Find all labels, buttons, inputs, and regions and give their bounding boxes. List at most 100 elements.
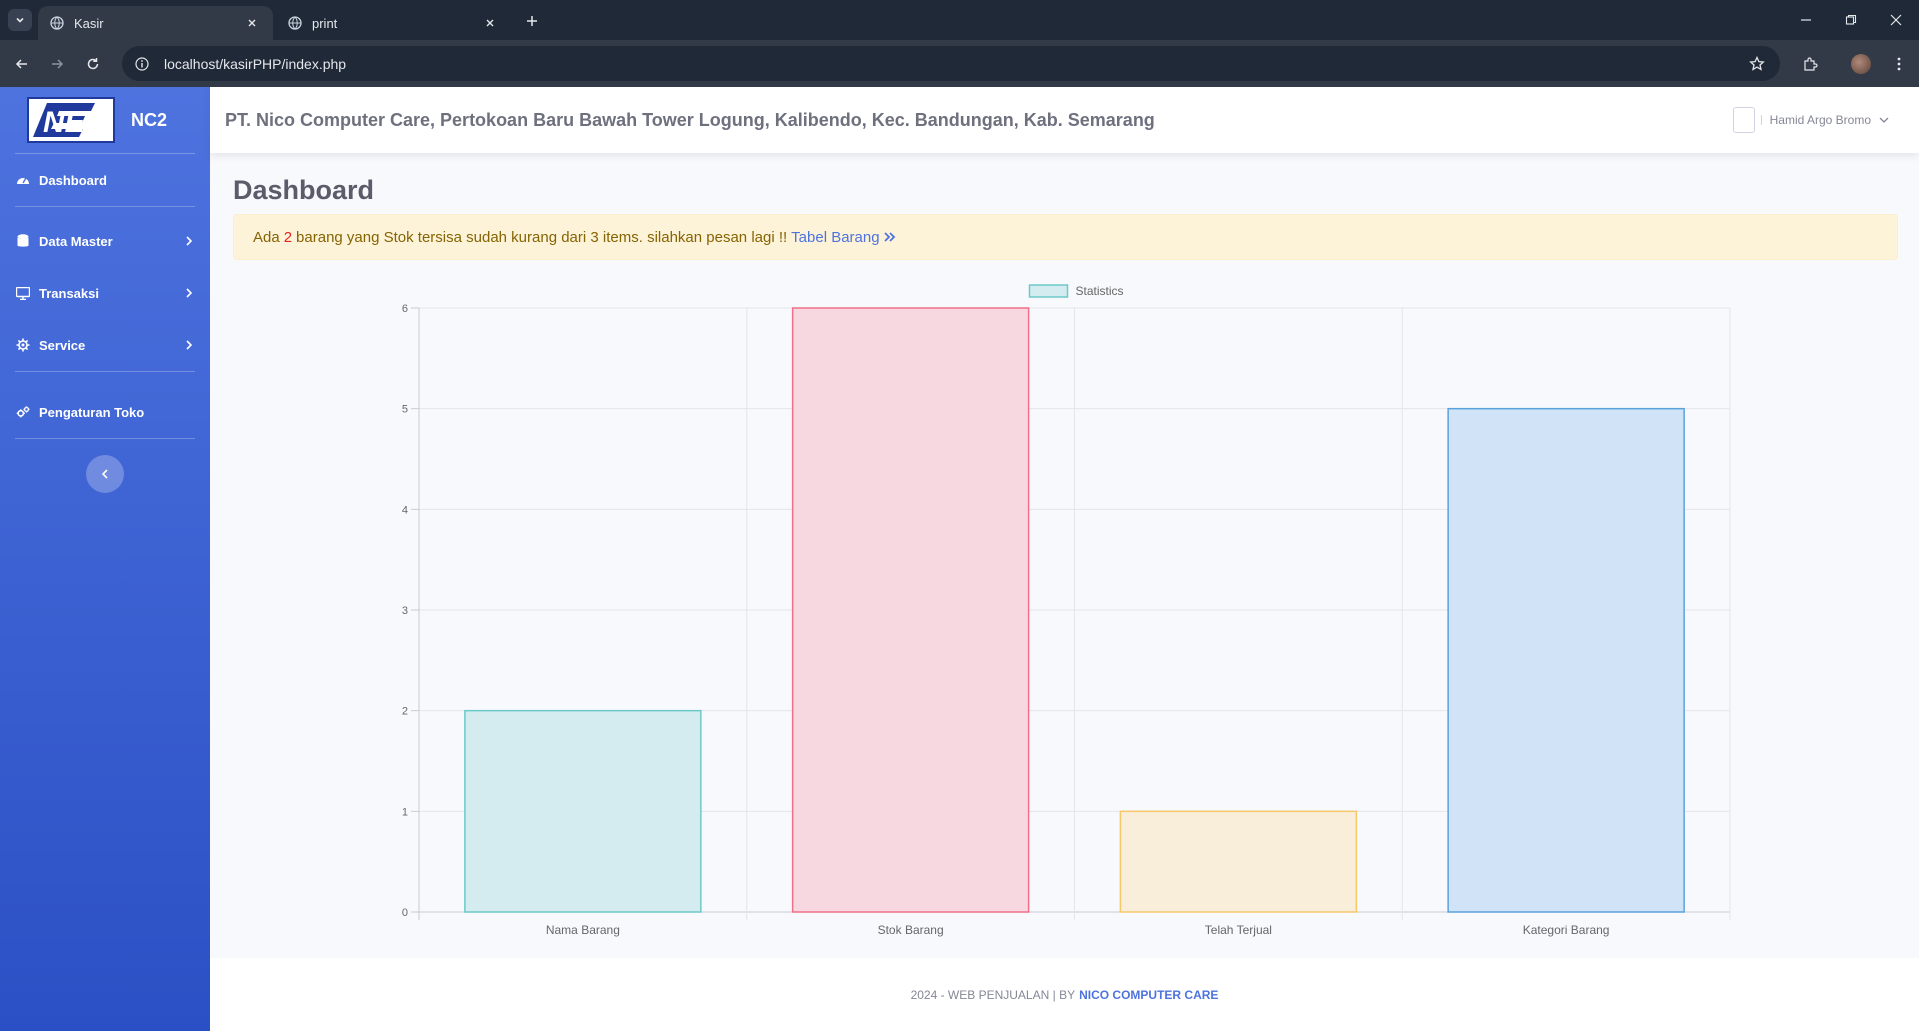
close-icon bbox=[1890, 14, 1902, 26]
y-tick-label: 5 bbox=[402, 404, 408, 416]
tab-kasir[interactable]: Kasir bbox=[38, 6, 273, 40]
minimize-button[interactable] bbox=[1783, 0, 1829, 40]
y-tick-label: 0 bbox=[402, 907, 408, 919]
sidebar-toggle-button[interactable] bbox=[86, 455, 124, 493]
database-icon bbox=[16, 234, 30, 248]
tab-title: Kasir bbox=[74, 15, 104, 31]
svg-text:NE: NE bbox=[43, 106, 86, 139]
user-dropdown[interactable]: Hamid Argo Bromo bbox=[1732, 107, 1889, 133]
tab-search-button[interactable] bbox=[8, 9, 32, 31]
sidebar-item-label: Pengaturan Toko bbox=[39, 404, 145, 420]
sidebar-item-data-master[interactable]: Data Master bbox=[0, 215, 210, 267]
puzzle-icon bbox=[1804, 57, 1818, 71]
sidebar-item-label: Dashboard bbox=[39, 172, 107, 188]
gears-icon bbox=[16, 405, 30, 419]
chevron-right-icon bbox=[184, 340, 194, 350]
sidebar-divider bbox=[15, 438, 195, 439]
gauge-icon bbox=[16, 173, 30, 187]
arrow-left-icon bbox=[15, 59, 27, 69]
user-name: Hamid Argo Bromo bbox=[1769, 113, 1871, 127]
sidebar-divider bbox=[15, 371, 195, 372]
sidebar-item-transaksi[interactable]: Transaksi bbox=[0, 267, 210, 319]
sidebar-item-label: Data Master bbox=[39, 233, 113, 249]
x-tick-label: Telah Terjual bbox=[1205, 923, 1272, 937]
sidebar: NE NC2 Dashboard Data Master Transaksi S… bbox=[0, 87, 210, 1031]
profile-button[interactable] bbox=[1848, 51, 1874, 77]
tab-title: print bbox=[312, 15, 338, 31]
chevron-right-icon bbox=[184, 236, 194, 246]
sidebar-item-service[interactable]: Service bbox=[0, 319, 210, 371]
desktop-icon bbox=[16, 286, 30, 300]
bar-stok-barang bbox=[791, 307, 1030, 913]
company-title: PT. Nico Computer Care, Pertokoan Baru B… bbox=[225, 109, 1155, 130]
sidebar-item-label: Transaksi bbox=[39, 285, 99, 301]
reload-button[interactable] bbox=[80, 51, 106, 77]
new-tab-button[interactable] bbox=[520, 9, 544, 33]
gear-icon bbox=[16, 338, 30, 352]
brand-name: NC2 bbox=[131, 109, 168, 130]
forward-button[interactable] bbox=[44, 51, 70, 77]
chevron-down-icon bbox=[1879, 115, 1889, 125]
alert-prefix: Ada bbox=[253, 228, 280, 246]
globe-icon bbox=[50, 16, 64, 30]
sidebar-item-dashboard[interactable]: Dashboard bbox=[0, 154, 210, 206]
site-info-icon[interactable] bbox=[132, 54, 152, 74]
y-tick-label: 3 bbox=[402, 605, 408, 617]
x-tick-label: Kategori Barang bbox=[1523, 923, 1610, 937]
legend-swatch bbox=[1028, 284, 1069, 298]
bar-nama-barang bbox=[464, 709, 702, 913]
y-tick-label: 4 bbox=[402, 504, 408, 516]
y-tick-label: 1 bbox=[402, 806, 408, 818]
kebab-menu-icon bbox=[1897, 57, 1901, 71]
double-chevron-right-icon bbox=[883, 231, 896, 243]
alert-count: 2 bbox=[283, 228, 293, 246]
footer: 2024 - WEB PENJUALAN | BY NICO COMPUTER … bbox=[210, 958, 1919, 1031]
sidebar-item-label: Service bbox=[39, 337, 86, 353]
y-tick-label: 2 bbox=[402, 706, 408, 718]
sidebar-brand[interactable]: NE NC2 bbox=[0, 87, 210, 153]
sidebar-item-pengaturan-toko[interactable]: Pengaturan Toko bbox=[0, 386, 210, 438]
link-label: Tabel Barang bbox=[791, 228, 880, 246]
arrow-right-icon bbox=[52, 59, 64, 69]
user-avatar bbox=[1732, 107, 1755, 133]
chevron-left-icon bbox=[101, 469, 108, 479]
alert-message: barang yang Stok tersisa sudah kurang da… bbox=[296, 228, 788, 246]
topbar: PT. Nico Computer Care, Pertokoan Baru B… bbox=[210, 87, 1919, 153]
url-text: localhost/kasirPHP/index.php bbox=[164, 55, 347, 72]
page-title: Dashboard bbox=[233, 175, 375, 205]
browser-tabstrip: Kasir print bbox=[0, 0, 1919, 40]
brand-logo: NE bbox=[27, 97, 115, 143]
restore-button[interactable] bbox=[1828, 0, 1874, 40]
statistics-chart: 0 1 2 3 4 5 6 Nama Barang Stok Barang Telah Terju… bbox=[233, 270, 1753, 950]
browser-toolbar: localhost/kasirPHP/index.php bbox=[0, 40, 1919, 87]
low-stock-alert: Ada 2 barang yang Stok tersisa sudah kur… bbox=[233, 214, 1898, 260]
restore-icon bbox=[1845, 14, 1857, 25]
legend-label: Statistics bbox=[1076, 284, 1124, 298]
bar-telah-terjual bbox=[1119, 810, 1358, 913]
reload-icon bbox=[87, 58, 99, 70]
footer-brand-link[interactable]: NICO COMPUTER CARE bbox=[1079, 988, 1218, 1002]
tab-print[interactable]: print bbox=[276, 6, 511, 40]
profile-avatar bbox=[1851, 54, 1871, 74]
globe-icon bbox=[288, 16, 302, 30]
footer-text: 2024 - WEB PENJUALAN | BY bbox=[910, 987, 1076, 1002]
tabel-barang-link[interactable]: Tabel Barang bbox=[791, 229, 895, 246]
x-tick-label: Nama Barang bbox=[546, 923, 620, 937]
back-button[interactable] bbox=[9, 51, 35, 77]
close-icon[interactable] bbox=[481, 14, 499, 32]
chevron-right-icon bbox=[184, 288, 194, 298]
chevron-down-icon bbox=[16, 17, 24, 23]
browser-menu-button[interactable] bbox=[1886, 51, 1912, 77]
user-separator bbox=[1760, 115, 1762, 125]
extensions-button[interactable] bbox=[1797, 51, 1823, 77]
bar-kategori-barang bbox=[1447, 407, 1685, 913]
close-window-button[interactable] bbox=[1873, 0, 1919, 40]
bookmark-star-icon[interactable] bbox=[1746, 53, 1768, 75]
sidebar-divider bbox=[15, 206, 195, 207]
close-icon[interactable] bbox=[243, 14, 261, 32]
x-tick-label: Stok Barang bbox=[878, 923, 944, 937]
plus-icon bbox=[527, 16, 537, 26]
minimize-icon bbox=[1801, 19, 1811, 21]
address-bar[interactable]: localhost/kasirPHP/index.php bbox=[122, 46, 1780, 81]
y-tick-label: 6 bbox=[402, 303, 408, 315]
